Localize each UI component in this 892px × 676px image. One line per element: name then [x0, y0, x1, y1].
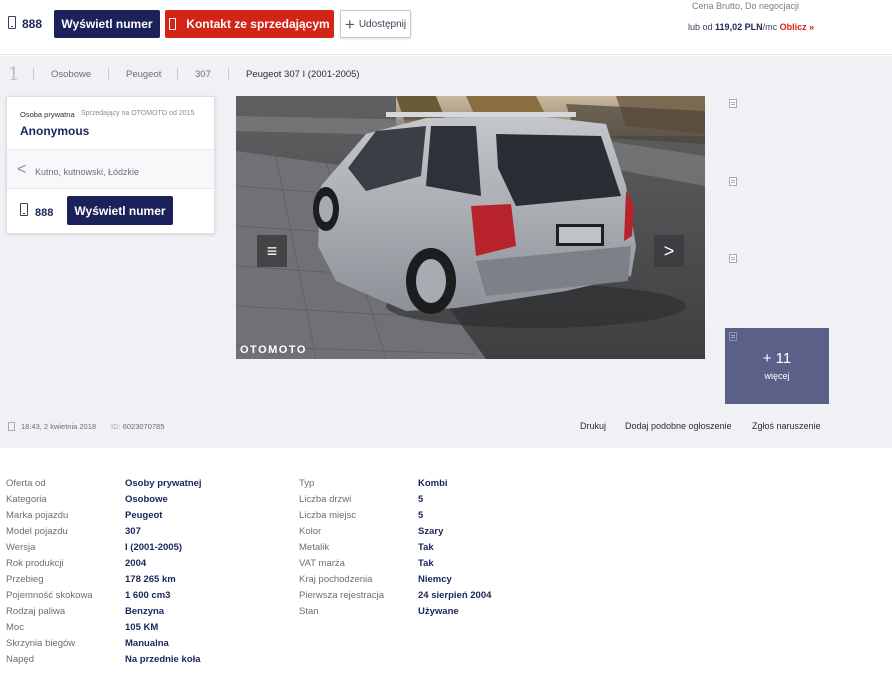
print-link[interactable]: Drukuj: [580, 421, 606, 431]
show-number-label: Wyświetl numer: [74, 203, 166, 218]
phone-number: 888: [22, 17, 43, 31]
share-label: Udostępnij: [358, 18, 407, 30]
gallery-prev-button[interactable]: ≡: [257, 235, 287, 267]
seller-card: Osoba prywatna Sprzedający na OTOMOTO od…: [6, 96, 215, 234]
car-photo: [236, 96, 705, 359]
installment-info: lub od 119,02 PLN/mc Oblicz »: [688, 22, 815, 32]
share-button[interactable]: + Udostępnij: [340, 10, 411, 38]
seller-type: Osoba prywatna: [20, 110, 75, 119]
seller-location[interactable]: < Kutno, kutnowski, Łódzkie: [7, 149, 214, 189]
mobile-icon: [169, 18, 177, 30]
listing-date: 18:43, 2 kwietnia 2018: [21, 422, 97, 431]
more-photos-label: więcej: [764, 371, 790, 382]
breadcrumb: 1 Osobowe Peugeot 307 Peugeot 307 I (200…: [0, 66, 892, 84]
main-photo[interactable]: ≡ > OTOMOTO: [236, 96, 705, 359]
watermark: OTOMOTO: [240, 344, 307, 356]
calculate-link[interactable]: Oblicz »: [780, 22, 815, 32]
report-link[interactable]: Zgłoś naruszenie: [752, 421, 821, 431]
show-number-button[interactable]: Wyświetl numer: [54, 10, 160, 38]
breadcrumb-item[interactable]: Osobowe: [51, 69, 91, 80]
seller-location-text: Kutno, kutnowski, Łódzkie: [35, 167, 140, 177]
show-number-label: Wyświetl numer: [61, 17, 153, 31]
installment-amount: 119,02 PLN: [715, 22, 763, 32]
gallery-next-button[interactable]: >: [654, 235, 684, 267]
chevron-left-icon: <: [17, 161, 27, 178]
thumbnail-image-icon: [729, 332, 737, 341]
thumbnail-image-icon[interactable]: [729, 177, 737, 186]
seller-show-number-button[interactable]: Wyświetl numer: [67, 196, 173, 225]
phone-icon: [8, 16, 16, 29]
thumbnail-image-icon[interactable]: [729, 254, 737, 263]
seller-phone-number: 888: [35, 207, 54, 219]
breadcrumb-current: Peugeot 307 I (2001-2005): [246, 69, 360, 80]
add-similar-link[interactable]: Dodaj podobne ogłoszenie: [625, 421, 732, 431]
more-photos-button[interactable]: + 11 więcej: [725, 328, 829, 404]
clock-icon: [8, 422, 15, 431]
chevron-right-icon: >: [663, 240, 675, 261]
thumbnail-image-icon[interactable]: [729, 99, 737, 108]
plus-icon: +: [344, 14, 355, 34]
seller-since: Sprzedający na OTOMOTO od 2015: [81, 110, 195, 117]
listing-id: ID: 6023070785: [111, 422, 165, 431]
breadcrumb-item[interactable]: 307: [195, 69, 211, 80]
seller-name: Anonymous: [20, 124, 90, 138]
more-photos-count: + 11: [762, 349, 792, 367]
menu-icon: ≡: [266, 240, 278, 261]
breadcrumb-home[interactable]: 1: [8, 66, 19, 84]
breadcrumb-item[interactable]: Peugeot: [126, 69, 161, 80]
contact-seller-label: Kontakt ze sprzedającym: [186, 17, 330, 31]
contact-seller-button[interactable]: Kontakt ze sprzedającym: [165, 10, 334, 38]
top-bar: 888 Wyświetl numer Kontakt ze sprzedając…: [0, 0, 892, 55]
price-note: Cena Brutto, Do negocjacji: [692, 1, 800, 11]
phone-icon: [20, 203, 28, 216]
